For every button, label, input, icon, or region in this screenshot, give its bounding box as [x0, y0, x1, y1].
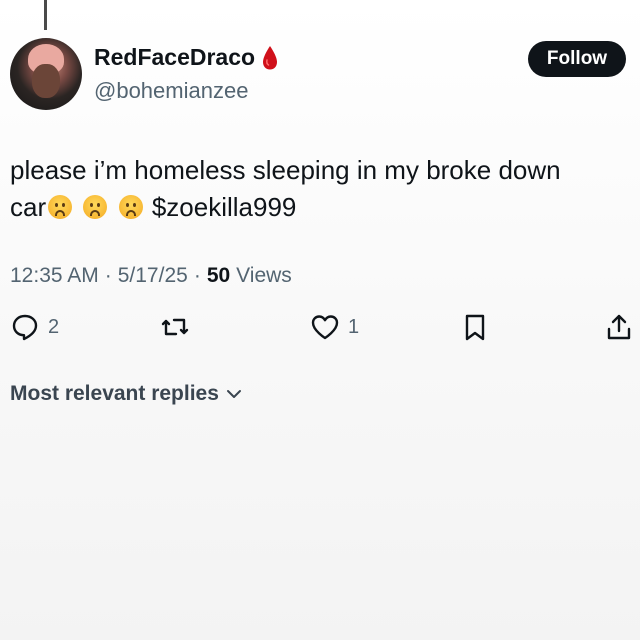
meta-separator: · [104, 264, 112, 287]
tweet-date[interactable]: 5/17/25 [118, 264, 188, 288]
replies-sort-dropdown[interactable]: Most relevant replies [10, 382, 243, 406]
share-icon [607, 314, 631, 340]
reply-icon [12, 314, 38, 341]
views-count: 50 [206, 264, 231, 287]
heart-icon [311, 315, 339, 340]
tweet-time[interactable]: 12:35 AM [10, 264, 99, 288]
meta-separator: · [193, 264, 201, 287]
frowning-face-emoji-icon [118, 195, 143, 219]
retweet-icon [161, 318, 189, 336]
reply-count: 2 [48, 315, 60, 338]
like-count: 1 [348, 315, 360, 338]
user-handle[interactable]: @bohemianzee [94, 78, 248, 104]
tweet-text-line2-prefix: car [10, 192, 47, 222]
views-label: Views [236, 264, 292, 287]
tweet-metadata: 12:35 AM · 5/17/25 · 50 Views [10, 264, 292, 288]
cashtag-link[interactable]: $zoekilla999 [152, 192, 297, 222]
bookmark-button[interactable] [460, 312, 490, 342]
like-button[interactable]: 1 [310, 312, 359, 342]
bookmark-icon [465, 314, 485, 341]
frowning-face-emoji-icon [83, 195, 108, 219]
display-name[interactable]: RedFaceDraco [94, 44, 255, 71]
retweet-button[interactable] [160, 312, 190, 342]
user-display-name-row[interactable]: RedFaceDraco [94, 44, 279, 71]
tweet-action-bar: 2 1 [0, 312, 640, 352]
reply-button[interactable]: 2 [10, 312, 59, 342]
frowning-face-emoji-icon [48, 195, 73, 219]
blood-drop-icon [263, 45, 278, 69]
tweet-text-line1: please i’m homeless sleeping in my broke… [10, 155, 561, 185]
avatar[interactable] [10, 38, 82, 110]
tweet-text: please i’m homeless sleeping in my broke… [10, 152, 620, 226]
tweet-detail-page: RedFaceDraco @bohemianzee Follow please … [0, 0, 640, 640]
thread-connector-line [44, 0, 47, 30]
share-button[interactable] [604, 312, 634, 342]
replies-sort-label: Most relevant replies [10, 382, 219, 405]
follow-button[interactable]: Follow [528, 41, 626, 77]
chevron-down-icon [226, 390, 241, 398]
